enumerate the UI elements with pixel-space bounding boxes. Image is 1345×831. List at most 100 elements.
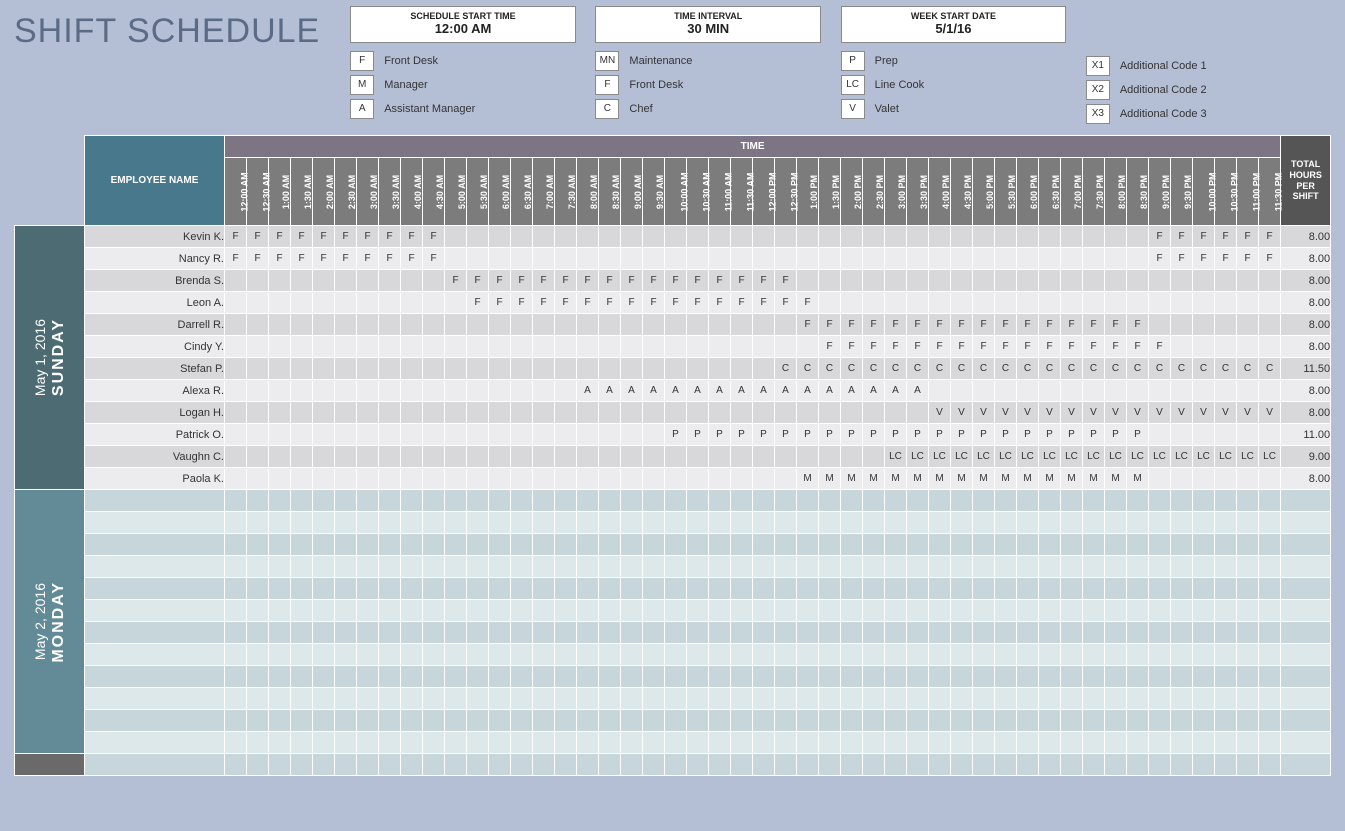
shift-cell[interactable] [1017, 710, 1039, 732]
shift-cell[interactable] [643, 644, 665, 666]
shift-cell[interactable] [973, 490, 995, 512]
shift-cell[interactable]: V [1127, 402, 1149, 424]
shift-cell[interactable] [511, 512, 533, 534]
shift-cell[interactable] [1083, 248, 1105, 270]
shift-cell[interactable] [335, 468, 357, 490]
shift-cell[interactable] [1017, 534, 1039, 556]
shift-cell[interactable] [533, 754, 555, 776]
shift-cell[interactable] [1083, 578, 1105, 600]
shift-cell[interactable]: P [1105, 424, 1127, 446]
shift-cell[interactable] [929, 600, 951, 622]
shift-cell[interactable] [335, 336, 357, 358]
shift-cell[interactable] [599, 336, 621, 358]
employee-name-cell[interactable]: Paola K. [85, 468, 225, 490]
shift-cell[interactable] [423, 446, 445, 468]
shift-cell[interactable] [797, 402, 819, 424]
shift-cell[interactable] [269, 556, 291, 578]
shift-cell[interactable] [577, 512, 599, 534]
shift-cell[interactable] [973, 622, 995, 644]
shift-cell[interactable] [313, 490, 335, 512]
shift-cell[interactable] [445, 248, 467, 270]
shift-cell[interactable] [577, 578, 599, 600]
shift-cell[interactable] [379, 710, 401, 732]
shift-cell[interactable] [269, 380, 291, 402]
shift-cell[interactable] [401, 358, 423, 380]
shift-cell[interactable] [379, 688, 401, 710]
shift-cell[interactable] [907, 688, 929, 710]
shift-cell[interactable] [247, 556, 269, 578]
shift-cell[interactable] [225, 270, 247, 292]
shift-cell[interactable] [533, 226, 555, 248]
shift-cell[interactable] [335, 578, 357, 600]
shift-cell[interactable] [1259, 468, 1281, 490]
shift-cell[interactable] [225, 314, 247, 336]
shift-cell[interactable]: C [929, 358, 951, 380]
shift-cell[interactable] [841, 556, 863, 578]
shift-cell[interactable] [665, 358, 687, 380]
shift-cell[interactable]: F [1017, 336, 1039, 358]
param-interval[interactable]: TIME INTERVAL 30 MIN [595, 6, 821, 43]
shift-cell[interactable] [621, 688, 643, 710]
shift-cell[interactable] [467, 402, 489, 424]
shift-cell[interactable] [489, 688, 511, 710]
shift-cell[interactable] [775, 578, 797, 600]
shift-cell[interactable] [1171, 512, 1193, 534]
shift-cell[interactable] [1083, 512, 1105, 534]
shift-cell[interactable] [1039, 534, 1061, 556]
shift-cell[interactable] [445, 512, 467, 534]
shift-cell[interactable] [995, 490, 1017, 512]
shift-cell[interactable] [841, 600, 863, 622]
shift-cell[interactable] [357, 688, 379, 710]
shift-cell[interactable] [467, 688, 489, 710]
shift-cell[interactable]: P [687, 424, 709, 446]
shift-cell[interactable] [775, 622, 797, 644]
shift-cell[interactable]: C [951, 358, 973, 380]
shift-cell[interactable] [687, 622, 709, 644]
shift-cell[interactable] [247, 402, 269, 424]
shift-cell[interactable] [1061, 512, 1083, 534]
shift-cell[interactable] [401, 270, 423, 292]
shift-cell[interactable] [335, 754, 357, 776]
shift-cell[interactable] [1171, 710, 1193, 732]
shift-cell[interactable]: P [709, 424, 731, 446]
shift-cell[interactable] [709, 534, 731, 556]
shift-cell[interactable]: F [533, 292, 555, 314]
shift-cell[interactable] [1127, 710, 1149, 732]
shift-cell[interactable] [445, 644, 467, 666]
shift-cell[interactable]: F [489, 292, 511, 314]
shift-cell[interactable]: C [1171, 358, 1193, 380]
shift-cell[interactable] [1061, 622, 1083, 644]
shift-cell[interactable] [665, 314, 687, 336]
shift-cell[interactable] [1017, 600, 1039, 622]
shift-cell[interactable] [709, 688, 731, 710]
shift-cell[interactable] [291, 358, 313, 380]
shift-cell[interactable]: F [1017, 314, 1039, 336]
shift-cell[interactable] [819, 446, 841, 468]
shift-cell[interactable] [379, 468, 401, 490]
shift-cell[interactable] [1237, 556, 1259, 578]
shift-cell[interactable] [423, 292, 445, 314]
shift-cell[interactable]: F [291, 226, 313, 248]
shift-cell[interactable] [1193, 644, 1215, 666]
shift-cell[interactable] [423, 468, 445, 490]
shift-cell[interactable] [1105, 622, 1127, 644]
employee-name-cell[interactable] [85, 688, 225, 710]
shift-cell[interactable] [731, 358, 753, 380]
shift-cell[interactable] [1259, 292, 1281, 314]
shift-cell[interactable] [1237, 688, 1259, 710]
shift-cell[interactable] [489, 446, 511, 468]
shift-cell[interactable] [445, 446, 467, 468]
shift-cell[interactable]: A [797, 380, 819, 402]
shift-cell[interactable] [313, 314, 335, 336]
shift-cell[interactable] [753, 754, 775, 776]
shift-cell[interactable] [1237, 666, 1259, 688]
shift-cell[interactable]: LC [1215, 446, 1237, 468]
shift-cell[interactable] [1171, 556, 1193, 578]
shift-cell[interactable] [1127, 380, 1149, 402]
shift-cell[interactable] [533, 248, 555, 270]
shift-cell[interactable] [775, 468, 797, 490]
shift-cell[interactable] [1259, 490, 1281, 512]
shift-cell[interactable] [929, 248, 951, 270]
shift-cell[interactable] [731, 534, 753, 556]
shift-cell[interactable] [1149, 424, 1171, 446]
